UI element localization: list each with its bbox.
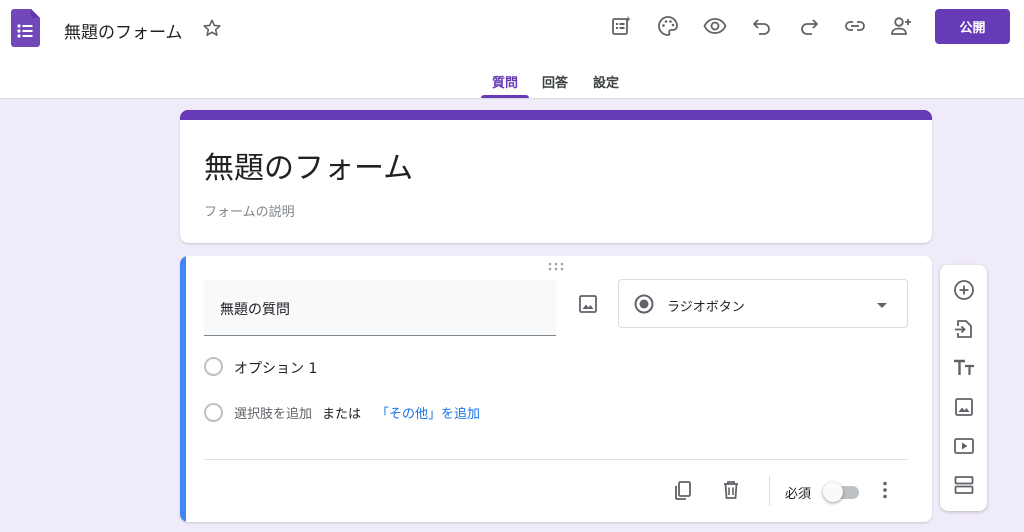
- top-app-bar: 無題のフォーム 公開: [0, 0, 1024, 56]
- add-image-icon[interactable]: [576, 292, 600, 316]
- delete-icon[interactable]: [719, 478, 743, 502]
- side-toolbar: [940, 265, 987, 511]
- add-option-button[interactable]: 選択肢を追加: [234, 403, 312, 422]
- question-type-label: ラジオボタン: [667, 300, 745, 315]
- add-image-icon[interactable]: [952, 395, 976, 419]
- palette-icon[interactable]: [656, 14, 680, 38]
- footer-separator: [769, 476, 770, 506]
- add-other-button[interactable]: 「その他」を追加: [376, 403, 480, 422]
- import-questions-icon[interactable]: [952, 317, 976, 341]
- link-icon[interactable]: [843, 14, 867, 38]
- active-tab-indicator: [481, 95, 529, 98]
- form-description-field[interactable]: フォームの説明: [204, 201, 295, 220]
- radio-button-icon: [633, 293, 655, 315]
- required-toggle[interactable]: [823, 482, 861, 502]
- tab-settings[interactable]: 設定: [593, 72, 619, 91]
- question-title-input[interactable]: 無題の質問: [204, 280, 556, 336]
- required-label: 必須: [785, 487, 812, 502]
- undo-icon[interactable]: [750, 14, 774, 38]
- add-title-icon[interactable]: [952, 356, 976, 380]
- tab-questions[interactable]: 質問: [492, 72, 518, 91]
- question-card[interactable]: 無題の質問 ラジオボタン オプション 1 選択肢を追加 または 「その他」を追加…: [180, 256, 932, 522]
- customize-theme-icon[interactable]: [609, 14, 633, 38]
- duplicate-icon[interactable]: [671, 478, 695, 502]
- more-options-icon[interactable]: [873, 478, 897, 502]
- add-option-radio: [204, 403, 223, 422]
- add-video-icon[interactable]: [952, 434, 976, 458]
- or-label: または: [322, 407, 362, 422]
- question-title-text: 無題の質問: [220, 302, 290, 318]
- add-section-icon[interactable]: [952, 473, 976, 497]
- toggle-knob: [823, 482, 843, 502]
- title-card-accent-bar: [180, 110, 932, 120]
- preview-eye-icon[interactable]: [703, 14, 727, 38]
- forms-logo-icon[interactable]: [11, 9, 40, 47]
- question-type-dropdown[interactable]: ラジオボタン: [618, 279, 908, 328]
- tab-bar: 質問 回答 設定: [0, 56, 1024, 99]
- question-footer-divider: [204, 459, 908, 460]
- drag-handle-icon[interactable]: [546, 262, 566, 272]
- add-question-icon[interactable]: [952, 278, 976, 302]
- add-collaborator-icon[interactable]: [889, 14, 913, 38]
- form-title[interactable]: 無題のフォーム: [204, 143, 413, 187]
- option-label[interactable]: オプション 1: [234, 358, 317, 378]
- star-icon[interactable]: [201, 17, 223, 39]
- tab-responses[interactable]: 回答: [542, 72, 568, 91]
- chevron-down-icon: [875, 300, 889, 310]
- document-title[interactable]: 無題のフォーム: [64, 18, 183, 43]
- redo-icon[interactable]: [797, 14, 821, 38]
- active-question-indicator: [180, 256, 186, 522]
- form-title-card[interactable]: 無題のフォーム フォームの説明: [180, 110, 932, 243]
- publish-button[interactable]: 公開: [935, 9, 1010, 44]
- option-radio: [204, 357, 223, 376]
